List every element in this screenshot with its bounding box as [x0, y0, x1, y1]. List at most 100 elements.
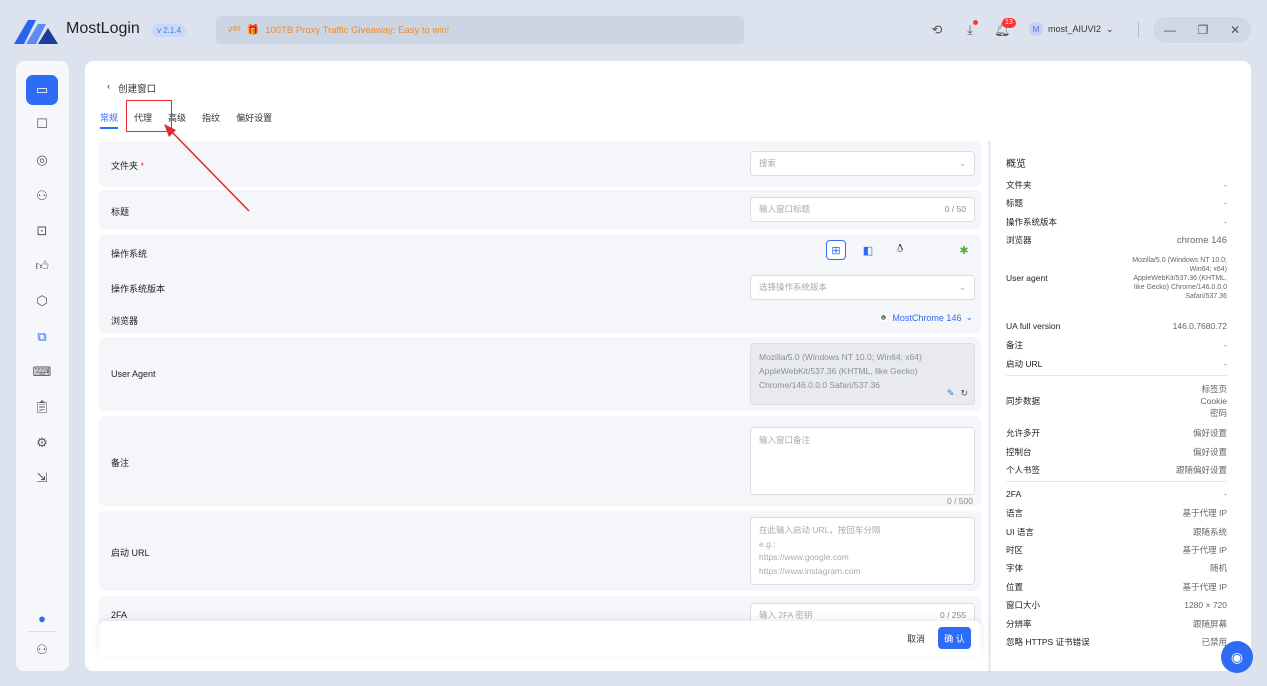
- overview-row: 个人书签 跟随偏好设置: [1006, 465, 1227, 475]
- close-icon[interactable]: ✕: [1230, 23, 1240, 37]
- avatar: M: [1029, 22, 1043, 36]
- user-agent-field: Mozilla/5.0 (Windows NT 10.0; Win64; x64…: [750, 343, 975, 405]
- chevron-left-icon: ‹: [107, 81, 111, 92]
- package-icon[interactable]: ⬡: [26, 286, 58, 316]
- folder-select[interactable]: 搜索 ⌄: [750, 151, 975, 176]
- startup-url-label: 启动 URL: [111, 548, 150, 558]
- edit-icon[interactable]: ✎: [947, 386, 955, 400]
- title-input[interactable]: 输入窗口标题 0 / 50: [750, 197, 975, 222]
- overview-row: 浏览器 chrome 146: [1006, 234, 1227, 246]
- notes-count: 0 / 500: [947, 496, 973, 506]
- titlebar-divider: [1138, 22, 1139, 38]
- form-footer: 取消 确 认: [99, 621, 981, 657]
- sync-icon[interactable]: ⟲: [929, 22, 945, 38]
- tab-preferences[interactable]: 偏好设置: [236, 111, 272, 129]
- app-name: MostLogin: [66, 20, 140, 37]
- overview-row: 窗口大小 1280 × 720: [1006, 600, 1227, 610]
- overview-row: UI 语言 跟随系统: [1006, 527, 1227, 537]
- bookmark-icon[interactable]: ⊡: [26, 216, 58, 246]
- clipboard-icon[interactable]: 📋︎: [26, 392, 58, 422]
- overview-row: 允许多开 偏好设置: [1006, 428, 1227, 438]
- promo-text: 100TB Proxy Traffic Giveaway: Easy to wi…: [265, 24, 450, 36]
- promo-banner[interactable]: 🕬 🎁 100TB Proxy Traffic Giveaway: Easy t…: [216, 16, 744, 44]
- overview-divider: [1006, 375, 1227, 376]
- username: most_AIUVI2: [1048, 24, 1102, 34]
- thumbs-up-icon[interactable]: 👍︎: [26, 251, 58, 281]
- mostlogin-logo: [14, 20, 58, 44]
- overview-row: 忽略 HTTPS 证书错误 已禁用: [1006, 637, 1227, 647]
- overview-row: UA full version 146.0.7680.72: [1006, 321, 1227, 331]
- tab-fingerprint[interactable]: 指纹: [202, 111, 220, 129]
- os-version-select[interactable]: 选择操作系统版本 ⌄: [750, 275, 975, 300]
- windows-icon[interactable]: ⊞: [826, 240, 846, 260]
- macos-finder-icon[interactable]: ◧: [858, 240, 878, 260]
- notes-label: 备注: [111, 458, 130, 468]
- twofa-label: 2FA: [111, 610, 128, 620]
- os-card: 操作系统 ⊞ ◧ 🐧︎ ✱ 操作系统版本 选择操作系统版本 ⌄ 浏览器 Most…: [99, 234, 981, 334]
- sidebar: ▭ ☐ ◎ ⚇ ⊡ 👍︎ ⬡ ⧉ ⌨ 📋︎ ⚙ ⇲ ● ⚇: [16, 61, 69, 671]
- chevron-down-icon: ⌄: [1106, 23, 1114, 34]
- chevron-down-icon: ⌄: [965, 312, 973, 322]
- title-bar: MostLogin v 2.1.4 🕬 🎁 100TB Proxy Traffi…: [0, 0, 1267, 60]
- cancel-button[interactable]: 取消: [907, 632, 925, 645]
- user-agent-card: User Agent Mozilla/5.0 (Windows NT 10.0;…: [99, 337, 981, 411]
- overview-row: 操作系统版本 -: [1006, 217, 1227, 227]
- api-icon[interactable]: ⌨: [26, 357, 58, 387]
- chevron-down-icon: ⌄: [958, 282, 966, 292]
- user-menu[interactable]: M most_AIUVI2 ⌄: [1029, 22, 1114, 36]
- sidebar-divider: [28, 631, 57, 632]
- main-panel: ‹ 创建窗口 常规 代理 高级 指纹 偏好设置 文件夹 * 搜索 ⌄ 标题 输入…: [85, 61, 1251, 671]
- support-icon[interactable]: ●: [26, 603, 58, 633]
- refresh-icon[interactable]: ↻: [960, 386, 968, 400]
- speaker-icon: 🕬: [228, 23, 241, 35]
- overview-divider: [1006, 481, 1227, 482]
- window-controls: — ❐ ✕: [1153, 17, 1251, 43]
- title-card: 标题 输入窗口标题 0 / 50: [99, 190, 981, 230]
- settings-icon[interactable]: ⚙: [26, 428, 58, 458]
- startup-url-textarea[interactable]: 在此输入启动 URL，按回车分隔 e.g.: https://www.googl…: [750, 517, 975, 585]
- team-icon[interactable]: ⚇: [26, 181, 58, 211]
- overview-row: 同步数据 标签页 Cookie 密码: [1006, 384, 1227, 418]
- notes-textarea[interactable]: 输入窗口备注: [750, 427, 975, 495]
- form-area: 文件夹 * 搜索 ⌄ 标题 输入窗口标题 0 / 50 操作系统 ⊞ ◧ 🐧︎ …: [99, 141, 981, 671]
- tab-general[interactable]: 常规: [100, 111, 119, 129]
- notes-card: 备注 输入窗口备注 0 / 500: [99, 416, 981, 506]
- overview-row: 备注 -: [1006, 340, 1227, 350]
- os-label: 操作系统: [111, 249, 148, 259]
- chrome-icon: [879, 313, 889, 322]
- overview-row: 字体 随机: [1006, 563, 1227, 573]
- restore-icon[interactable]: ❐: [1198, 23, 1209, 37]
- back-button[interactable]: ‹ 创建窗口: [107, 81, 156, 95]
- sync-windows-icon[interactable]: ⧉: [26, 322, 58, 352]
- page-title: 创建窗口: [118, 84, 157, 95]
- version-badge: v 2.1.4: [152, 24, 187, 37]
- browser-window-icon[interactable]: ▭: [26, 75, 58, 105]
- overview-row: User agent Mozilla/5.0 (Windows NT 10.0; …: [1006, 256, 1227, 300]
- chat-support-button[interactable]: ◉: [1221, 641, 1253, 673]
- overview-row: 文件夹 -: [1006, 180, 1227, 190]
- overview-row: 标题 -: [1006, 198, 1227, 208]
- apple-icon[interactable]: [922, 240, 942, 260]
- overview-row: 时区 基于代理 IP: [1006, 545, 1227, 555]
- profile-icon[interactable]: ☐: [26, 109, 58, 139]
- linux-icon[interactable]: 🐧︎: [890, 240, 910, 260]
- browser-select[interactable]: MostChrome 146 ⌄: [879, 312, 973, 323]
- android-icon[interactable]: ✱: [954, 240, 974, 260]
- confirm-button[interactable]: 确 认: [938, 627, 971, 649]
- export-icon[interactable]: ⇲: [26, 463, 58, 493]
- folder-card: 文件夹 * 搜索 ⌄: [99, 141, 981, 187]
- overview-row: 控制台 偏好设置: [1006, 447, 1227, 457]
- minimize-icon[interactable]: —: [1164, 23, 1176, 37]
- notification-badge: 13: [1002, 18, 1016, 28]
- os-version-label: 操作系统版本: [111, 284, 166, 294]
- title-label: 标题: [111, 207, 130, 217]
- overview-row: 2FA -: [1006, 489, 1227, 499]
- overview-row: 启动 URL -: [1006, 359, 1227, 369]
- account-icon[interactable]: ⚇: [26, 635, 58, 665]
- overview-row: 位置 基于代理 IP: [1006, 582, 1227, 592]
- proxy-icon[interactable]: ◎: [26, 145, 58, 175]
- startup-url-card: 启动 URL 在此输入启动 URL，按回车分隔 e.g.: https://ww…: [99, 511, 981, 591]
- overview-row: 分辨率 跟随屏幕: [1006, 619, 1227, 629]
- overview-title: 概览: [1006, 159, 1026, 170]
- folder-label: 文件夹 *: [111, 161, 145, 171]
